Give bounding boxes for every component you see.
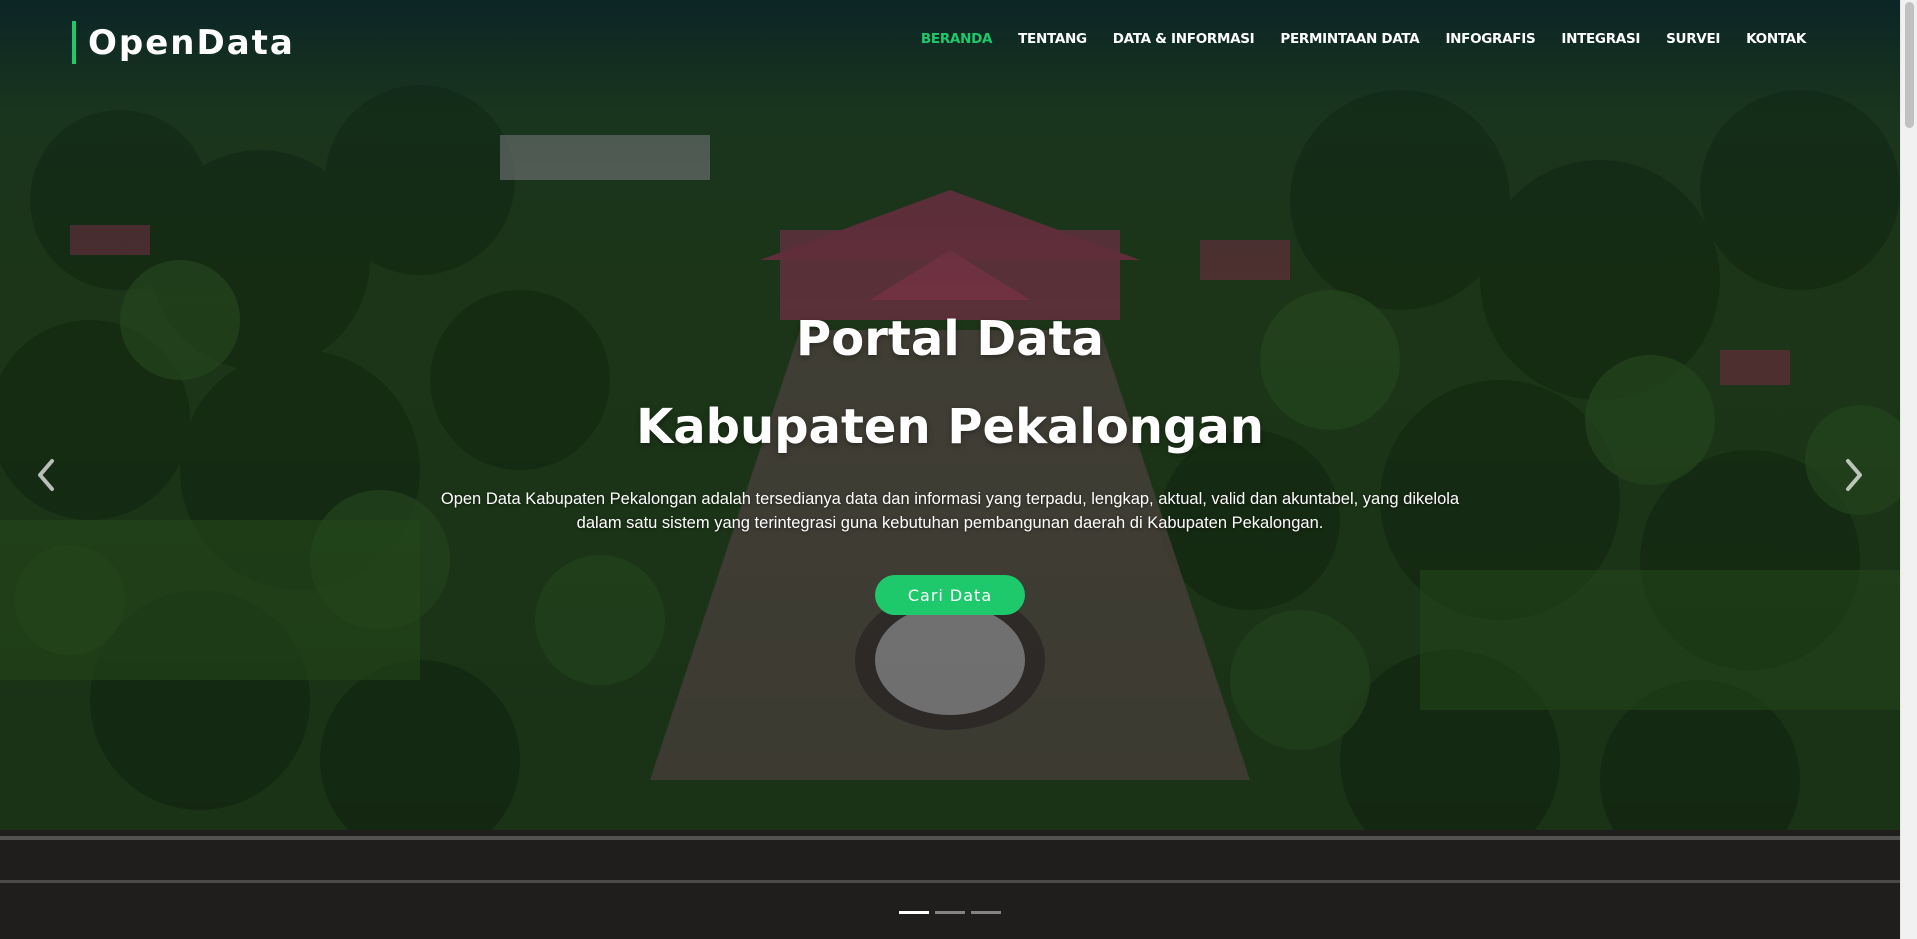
logo-text: OpenData (88, 22, 295, 63)
chevron-right-icon (1846, 459, 1862, 491)
carousel-indicators (899, 911, 1001, 914)
nav-item-integrasi[interactable]: INTEGRASI (1548, 30, 1653, 48)
nav-item-infografis[interactable]: INFOGRAFIS (1432, 30, 1548, 48)
hero-title-line1: Portal Data (796, 311, 1104, 367)
scrollbar-thumb[interactable] (1905, 2, 1914, 128)
nav-item-permintaan-data[interactable]: PERMINTAAN DATA (1267, 30, 1432, 48)
nav-item-data-informasi[interactable]: DATA & INFORMASI (1100, 30, 1268, 48)
main-navigation: BERANDA TENTANG DATA & INFORMASI PERMINT… (908, 30, 1819, 48)
hero-background (0, 0, 1900, 939)
site-logo[interactable]: OpenData (72, 21, 295, 64)
carousel-prev-button[interactable] (26, 455, 66, 495)
nav-item-beranda[interactable]: BERANDA (908, 30, 1005, 48)
nav-item-kontak[interactable]: KONTAK (1733, 30, 1819, 48)
carousel-indicator-1[interactable] (899, 911, 929, 914)
carousel-indicator-3[interactable] (971, 911, 1001, 914)
carousel-indicator-2[interactable] (935, 911, 965, 914)
nav-item-tentang[interactable]: TENTANG (1005, 30, 1100, 48)
chevron-left-icon (38, 459, 54, 491)
page-scrollbar[interactable] (1900, 0, 1917, 939)
hero-title-line2: Kabupaten Pekalongan (636, 399, 1264, 455)
nav-item-survei[interactable]: SURVEI (1653, 30, 1733, 48)
hero-description: Open Data Kabupaten Pekalongan adalah te… (440, 490, 1460, 532)
search-data-button[interactable]: Cari Data (875, 575, 1025, 615)
carousel-next-button[interactable] (1834, 455, 1874, 495)
